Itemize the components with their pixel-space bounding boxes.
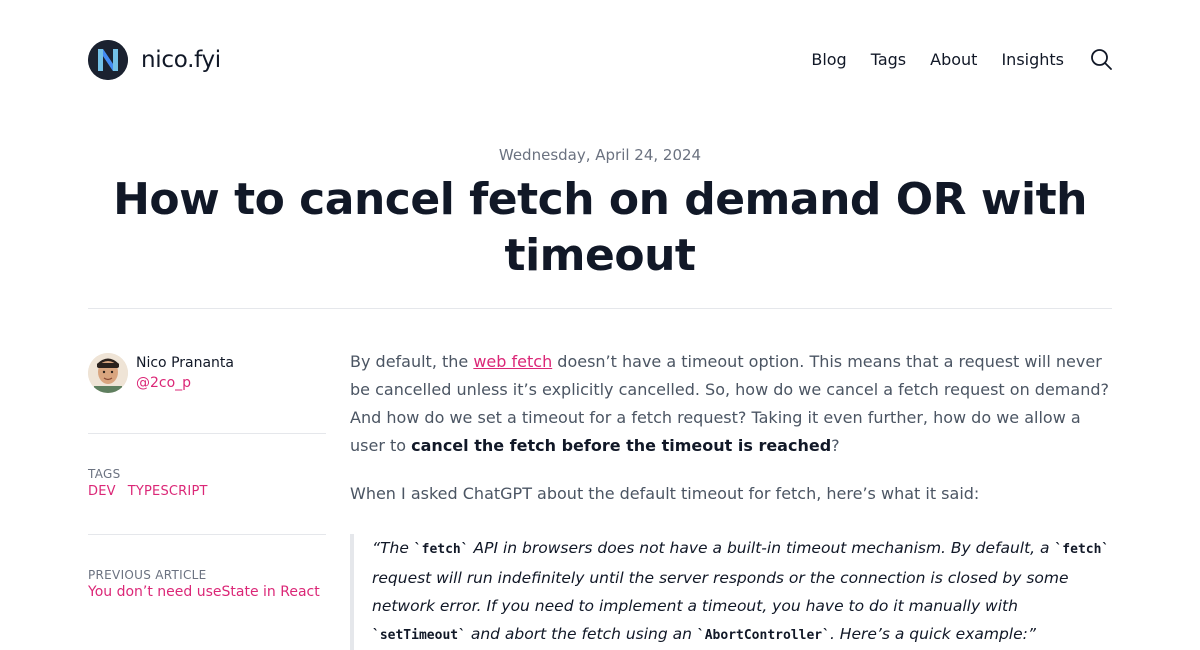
nav-insights[interactable]: Insights bbox=[1001, 50, 1064, 69]
author-handle-link[interactable]: @2co_p bbox=[136, 373, 234, 393]
article-date: Wednesday, April 24, 2024 bbox=[498, 146, 702, 164]
previous-article-link[interactable]: You don’t need useState in React bbox=[88, 584, 320, 600]
paragraph: By default, the web fetch doesn’t have a… bbox=[350, 348, 1112, 460]
site-logo-link[interactable]: nico.fyi bbox=[88, 40, 221, 80]
tag-list: DEV TYPESCRIPT bbox=[88, 484, 220, 499]
tags-label: TAGS bbox=[88, 467, 121, 481]
blockquote: “The `fetch` API in browsers does not ha… bbox=[350, 534, 1112, 650]
nav-tags[interactable]: Tags bbox=[871, 50, 906, 69]
tag-link-dev[interactable]: DEV bbox=[88, 484, 116, 499]
quote-fragment: and abort the fetch using an bbox=[465, 625, 697, 643]
inline-code: `setTimeout` bbox=[372, 628, 466, 643]
inline-code: `AbortController` bbox=[696, 628, 830, 643]
paragraph-text: By default, the bbox=[350, 352, 474, 371]
web-fetch-link[interactable]: web fetch bbox=[473, 352, 552, 371]
quote-fragment: API in browsers does not have a built-in… bbox=[468, 539, 1055, 557]
quote-text: “The `fetch` API in browsers does not ha… bbox=[372, 534, 1112, 650]
tag-link-typescript[interactable]: TYPESCRIPT bbox=[128, 484, 208, 499]
sidebar-divider bbox=[88, 534, 326, 535]
paragraph: When I asked ChatGPT about the default t… bbox=[350, 484, 980, 503]
site-name: nico.fyi bbox=[141, 47, 221, 73]
logo-icon bbox=[88, 40, 128, 80]
avatar bbox=[88, 353, 128, 393]
author-meta: Nico Prananta @2co_p bbox=[136, 353, 234, 393]
title-divider bbox=[88, 308, 1112, 309]
previous-article-label: PREVIOUS ARTICLE bbox=[88, 568, 207, 582]
inline-code: `fetch` bbox=[1054, 542, 1110, 557]
main-nav: Blog Tags About Insights bbox=[811, 48, 1112, 70]
author-card: Nico Prananta @2co_p bbox=[88, 353, 234, 393]
paragraph-text: ? bbox=[831, 436, 840, 455]
nav-blog[interactable]: Blog bbox=[811, 50, 846, 69]
quote-fragment: . Here’s a quick example:” bbox=[829, 625, 1036, 643]
article-title: How to cancel fetch on demand OR with ti… bbox=[113, 174, 1087, 281]
author-name: Nico Prananta bbox=[136, 355, 234, 371]
quote-fragment: request will run indefinitely until the … bbox=[372, 569, 1069, 615]
inline-code: `fetch` bbox=[413, 542, 469, 557]
site-header: nico.fyi Blog Tags About Insights bbox=[88, 40, 1112, 80]
nav-about[interactable]: About bbox=[930, 50, 977, 69]
search-icon[interactable] bbox=[1090, 48, 1112, 70]
sidebar-divider bbox=[88, 433, 326, 434]
bold-text: cancel the fetch before the timeout is r… bbox=[411, 436, 832, 455]
quote-fragment: “The bbox=[372, 539, 414, 557]
article-body: By default, the web fetch doesn’t have a… bbox=[350, 348, 1112, 650]
